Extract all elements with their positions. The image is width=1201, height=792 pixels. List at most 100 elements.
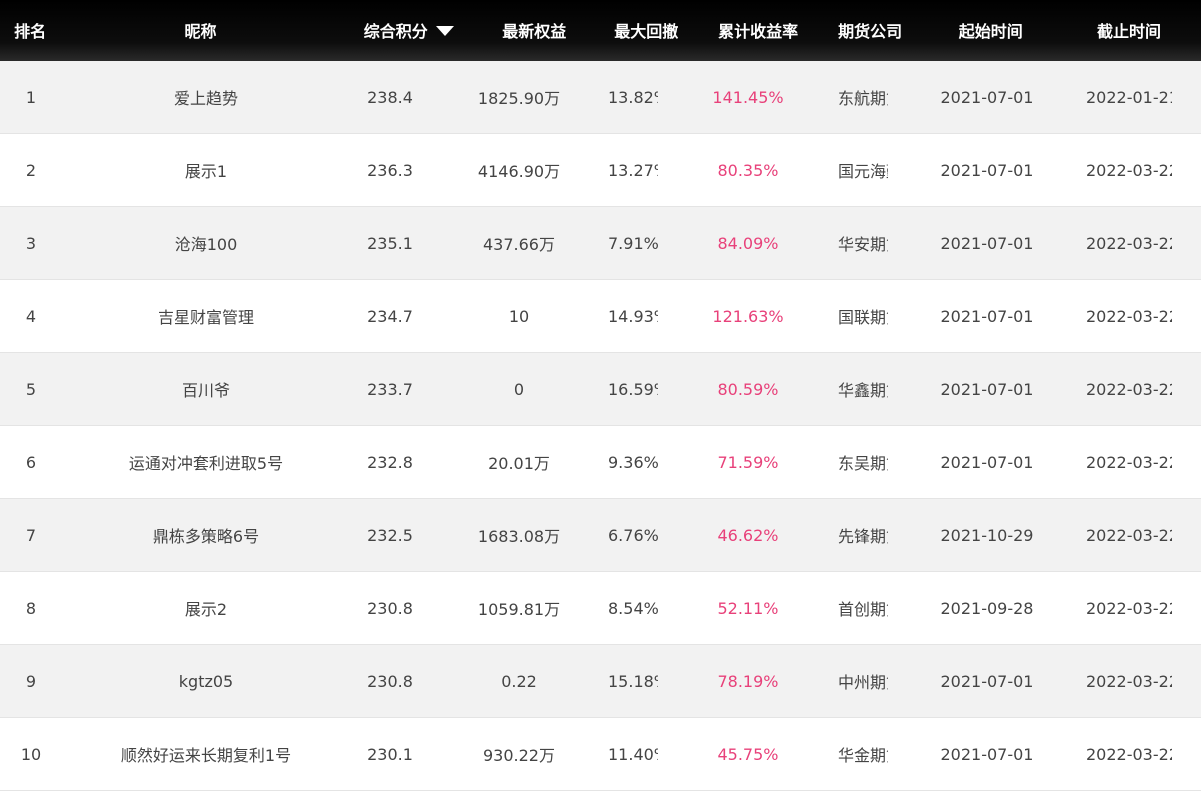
cell-name: 吉星财富管理 <box>157 308 254 327</box>
cell-drawdown: 15.18% <box>608 671 658 691</box>
table-row[interactable]: 8 展示2 230.8 1059.81万 8.54% 52.11% 首创期货 2021-09-… <box>0 572 1201 645</box>
cell-company: 华安期货 <box>838 235 888 254</box>
header-name[interactable]: 昵称 <box>60 18 340 42</box>
cell-equity: 1059.81万 <box>477 600 561 619</box>
cell-rank: 5 <box>25 379 37 399</box>
cell-equity: 0 <box>513 379 525 399</box>
cell-start: 2021-07-01 <box>940 160 1034 180</box>
cell-return: 71.59% <box>717 452 779 472</box>
cell-start: 2021-07-01 <box>940 306 1034 326</box>
table-row[interactable]: 2 展示1 236.3 4146.90万 13.27% 80.35% 国元海勤 2021-07… <box>0 134 1201 207</box>
cell-name: 沧海100 <box>174 235 238 254</box>
cell-name: kgtz05 <box>178 671 234 691</box>
cell-score: 230.1 <box>367 744 413 764</box>
cell-equity: 437.66万 <box>483 235 555 254</box>
table-row[interactable]: 3 沧海100 235.1 437.66万 7.91% 84.09% 华安期货 2021-07… <box>0 207 1201 280</box>
table-row[interactable]: 6 运通对冲套利进取5号 232.8 20.01万 9.36% 71.59% 东吴期货 202… <box>0 426 1201 499</box>
cell-end: 2022-03-22 <box>1086 598 1172 618</box>
header-drawdown[interactable]: 最大回撤 <box>592 18 701 42</box>
table-row[interactable]: 4 吉星财富管理 234.7 10 14.93% 121.63% 国联期货 2021-07-0… <box>0 280 1201 353</box>
cell-equity: 930.22万 <box>483 746 555 765</box>
cell-company: 东吴期货 <box>838 454 888 473</box>
cell-end: 2022-03-22 <box>1086 744 1172 764</box>
cell-rank: 8 <box>25 598 37 618</box>
table-row[interactable]: 10 顺然好运来长期复利1号 230.1 930.22万 11.40% 45.75% 华金期… <box>0 718 1201 791</box>
header-start[interactable]: 起始时间 <box>925 18 1057 42</box>
header-score-label: 综合积分 <box>363 21 428 41</box>
cell-rank: 9 <box>25 671 37 691</box>
cell-start: 2021-07-01 <box>940 87 1034 107</box>
cell-company: 先锋期货 <box>838 527 888 546</box>
cell-start: 2021-07-01 <box>940 671 1034 691</box>
cell-start: 2021-09-28 <box>940 598 1034 618</box>
cell-score: 234.7 <box>367 306 413 326</box>
cell-start: 2021-10-29 <box>940 525 1034 545</box>
header-score[interactable]: 综合积分 <box>341 18 477 42</box>
cell-return: 46.62% <box>717 525 779 545</box>
cell-equity: 0.22 <box>501 671 537 691</box>
cell-rank: 4 <box>25 306 37 326</box>
cell-return: 141.45% <box>712 87 784 107</box>
cell-company: 首创期货 <box>838 600 888 619</box>
cell-score: 235.1 <box>367 233 413 253</box>
cell-return: 45.75% <box>717 744 779 764</box>
cell-return: 121.63% <box>712 306 784 326</box>
cell-drawdown: 8.54% <box>608 598 658 618</box>
cell-start: 2021-07-01 <box>940 452 1034 472</box>
cell-rank: 1 <box>25 87 37 107</box>
cell-end: 2022-03-22 <box>1086 379 1172 399</box>
cell-equity: 1683.08万 <box>477 527 561 546</box>
header-end[interactable]: 截止时间 <box>1057 18 1201 42</box>
table-body: 1 爱上趋势 238.4 1825.90万 13.82% 141.45% 东航期货 2021-… <box>0 61 1201 791</box>
cell-rank: 2 <box>25 160 37 180</box>
cell-company: 中州期货 <box>838 673 888 692</box>
cell-drawdown: 7.91% <box>608 233 658 253</box>
cell-end: 2022-01-21 <box>1086 87 1172 107</box>
cell-equity: 1825.90万 <box>477 89 561 108</box>
cell-rank: 10 <box>20 744 42 764</box>
header-equity[interactable]: 最新权益 <box>477 18 592 42</box>
cell-name: 顺然好运来长期复利1号 <box>120 746 292 765</box>
table-row[interactable]: 1 爱上趋势 238.4 1825.90万 13.82% 141.45% 东航期货 2021-… <box>0 61 1201 134</box>
header-company[interactable]: 期货公司 <box>816 18 925 42</box>
table-row[interactable]: 7 鼎栋多策略6号 232.5 1683.08万 6.76% 46.62% 先锋期货 2021… <box>0 499 1201 572</box>
cell-name: 百川爷 <box>181 381 230 400</box>
cell-end: 2022-03-22 <box>1086 233 1172 253</box>
cell-equity: 10 <box>508 306 530 326</box>
cell-company: 华金期货 <box>838 746 888 765</box>
cell-rank: 6 <box>25 452 37 472</box>
cell-end: 2022-03-22 <box>1086 671 1172 691</box>
cell-name: 展示2 <box>184 600 228 619</box>
cell-name: 运通对冲套利进取5号 <box>128 454 284 473</box>
cell-drawdown: 16.59% <box>608 379 658 399</box>
cell-score: 232.5 <box>367 525 413 545</box>
cell-return: 78.19% <box>717 671 779 691</box>
ranking-table: 排名 昵称 综合积分 最新权益 最大回撤 累计收益率 期货公司 起始时间 截止时… <box>0 0 1201 791</box>
cell-equity: 20.01万 <box>488 454 550 473</box>
cell-company: 华鑫期货 <box>838 381 888 400</box>
cell-score: 230.8 <box>367 598 413 618</box>
cell-drawdown: 11.40% <box>608 744 658 764</box>
cell-rank: 7 <box>25 525 37 545</box>
cell-company: 国元海勤 <box>838 162 888 181</box>
header-rank[interactable]: 排名 <box>0 18 60 42</box>
cell-end: 2022-03-22 <box>1086 452 1172 472</box>
cell-drawdown: 13.82% <box>608 87 658 107</box>
table-row[interactable]: 9 kgtz05 230.8 0.22 15.18% 78.19% 中州期货 2021-07-… <box>0 645 1201 718</box>
cell-rank: 3 <box>25 233 37 253</box>
sort-down-icon[interactable] <box>435 26 454 36</box>
cell-drawdown: 9.36% <box>608 452 658 472</box>
cell-equity: 4146.90万 <box>477 162 561 181</box>
cell-drawdown: 14.93% <box>608 306 658 326</box>
cell-return: 52.11% <box>717 598 779 618</box>
cell-end: 2022-03-22 <box>1086 525 1172 545</box>
cell-end: 2022-03-22 <box>1086 306 1172 326</box>
cell-return: 80.35% <box>717 160 779 180</box>
table-row[interactable]: 5 百川爷 233.7 0 16.59% 80.59% 华鑫期货 2021-07-01 2022… <box>0 353 1201 426</box>
cell-score: 232.8 <box>367 452 413 472</box>
cell-start: 2021-07-01 <box>940 233 1034 253</box>
header-return[interactable]: 累计收益率 <box>701 18 816 42</box>
cell-company: 东航期货 <box>838 89 888 108</box>
cell-name: 鼎栋多策略6号 <box>152 527 260 546</box>
table-header: 排名 昵称 综合积分 最新权益 最大回撤 累计收益率 期货公司 起始时间 截止时… <box>0 0 1201 61</box>
